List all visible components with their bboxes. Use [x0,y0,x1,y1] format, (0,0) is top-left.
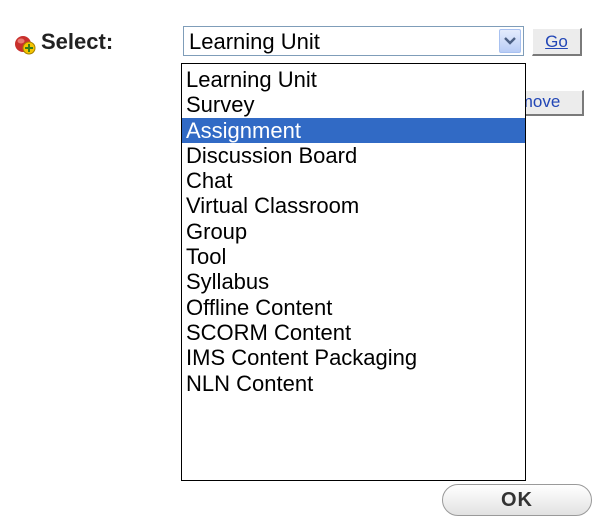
dropdown-option[interactable]: Syllabus [182,269,525,294]
select-label: Select: [41,29,114,54]
content-type-select[interactable]: Learning Unit [183,26,524,56]
dropdown-option[interactable]: Survey [182,92,525,117]
go-button-label: Go [545,32,568,51]
dropdown-option[interactable]: Discussion Board [182,143,525,168]
go-button[interactable]: Go [532,28,582,56]
dropdown-option[interactable]: Tool [182,244,525,269]
dropdown-option[interactable]: NLN Content [182,371,525,396]
dropdown-option[interactable]: Learning Unit [182,67,525,92]
dropdown-option[interactable]: IMS Content Packaging [182,345,525,370]
content-add-panel: Select: Learning Unit Go Remove Learning… [0,0,596,521]
chevron-down-icon[interactable] [499,29,521,53]
dropdown-option[interactable]: Virtual Classroom [182,193,525,218]
dropdown-option[interactable]: Chat [182,168,525,193]
select-current-value: Learning Unit [189,29,320,54]
ok-button[interactable]: OK [442,484,592,516]
content-type-dropdown-list[interactable]: Learning Unit Survey Assignment Discussion … [181,63,526,481]
dropdown-option[interactable]: Offline Content [182,295,525,320]
dropdown-option[interactable]: Assignment [182,117,525,143]
dropdown-option[interactable]: SCORM Content [182,320,525,345]
ok-button-label: OK [501,489,533,511]
dropdown-option[interactable]: Group [182,219,525,244]
add-content-icon [14,33,36,55]
